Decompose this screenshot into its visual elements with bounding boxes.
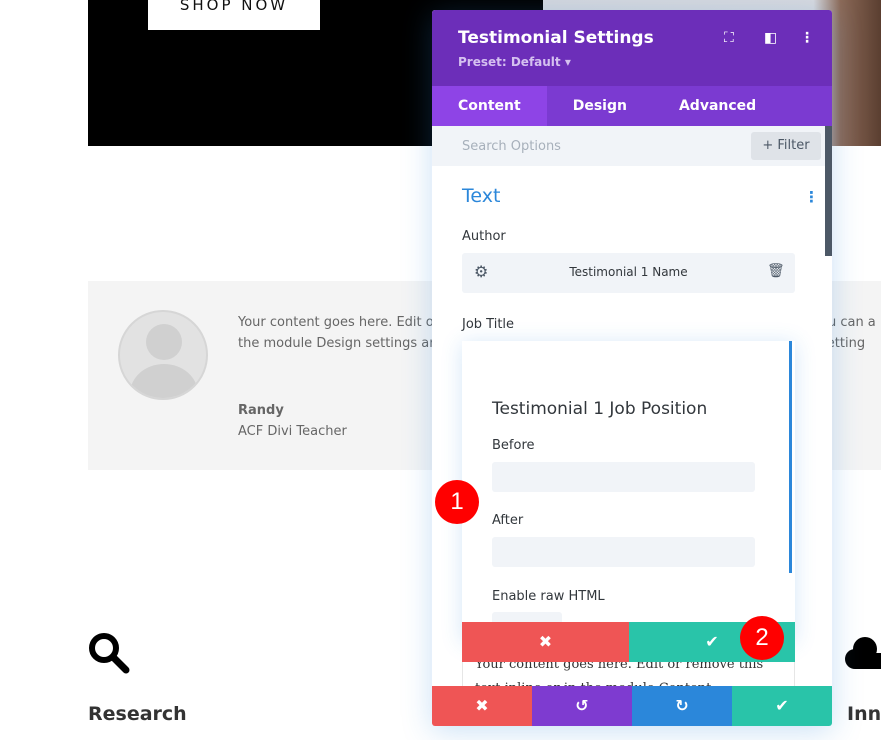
after-input[interactable] — [492, 537, 755, 567]
tab-content[interactable]: Content — [432, 86, 547, 126]
split-view-icon[interactable]: ◧ — [764, 30, 777, 46]
raw-html-label: Enable raw HTML — [492, 589, 605, 604]
dynamic-content-popup: Testimonial 1 Job Position Before After … — [462, 341, 795, 662]
scrollbar[interactable] — [825, 126, 832, 256]
popup-cancel-button[interactable]: ✖ — [462, 622, 629, 662]
feature-research-title: Research — [88, 703, 187, 725]
shop-now-label: SHOP NOW — [179, 0, 289, 14]
section-menu-icon[interactable]: ⋮ — [804, 188, 819, 206]
step-badge-1: 1 — [435, 480, 479, 524]
author-field[interactable]: ⚙ Testimonial 1 Name 🗑 — [462, 253, 795, 293]
author-label: Author — [462, 229, 506, 244]
testimonial-author: Randy — [238, 403, 284, 418]
cloud-icon — [845, 637, 881, 669]
feature-inn-title: Inn — [847, 703, 881, 725]
author-value: Testimonial 1 Name — [569, 265, 688, 279]
step-badge-2: 2 — [740, 616, 784, 660]
search-options-input[interactable]: Search Options + Filter — [432, 126, 825, 166]
redo-button[interactable]: ↻ — [632, 686, 732, 726]
search-placeholder: Search Options — [462, 139, 561, 154]
shop-now-button[interactable]: SHOP NOW — [148, 0, 320, 30]
after-label: After — [492, 513, 524, 528]
testimonial-text: Your content goes here. Edit o the module… — [238, 315, 435, 351]
avatar — [118, 310, 208, 400]
preset-dropdown[interactable]: Preset: Default ▾ — [458, 55, 571, 69]
before-label: Before — [492, 438, 535, 453]
popup-title: Testimonial 1 Job Position — [492, 399, 708, 419]
undo-button[interactable]: ↺ — [532, 686, 632, 726]
filter-button[interactable]: + Filter — [751, 132, 821, 160]
panel-header: Testimonial Settings Preset: Default ▾ ⛶… — [432, 10, 832, 86]
search-icon — [89, 633, 130, 674]
fullscreen-icon[interactable]: ⛶ — [724, 30, 734, 46]
trash-icon[interactable]: 🗑 — [767, 263, 785, 279]
before-input[interactable] — [492, 462, 755, 492]
section-title-text[interactable]: Text — [462, 185, 500, 207]
more-options-icon[interactable]: ⋮ — [800, 30, 814, 46]
tab-design[interactable]: Design — [547, 86, 653, 126]
testimonial-job: ACF Divi Teacher — [238, 424, 347, 439]
job-title-label: Job Title — [462, 317, 515, 332]
panel-tabs: Content Design Advanced — [432, 86, 832, 126]
tab-advanced[interactable]: Advanced — [653, 86, 782, 126]
panel-title: Testimonial Settings — [458, 28, 654, 48]
save-button[interactable]: ✔ — [732, 686, 832, 726]
popup-scrollbar[interactable] — [789, 341, 792, 573]
discard-button[interactable]: ✖ — [432, 686, 532, 726]
